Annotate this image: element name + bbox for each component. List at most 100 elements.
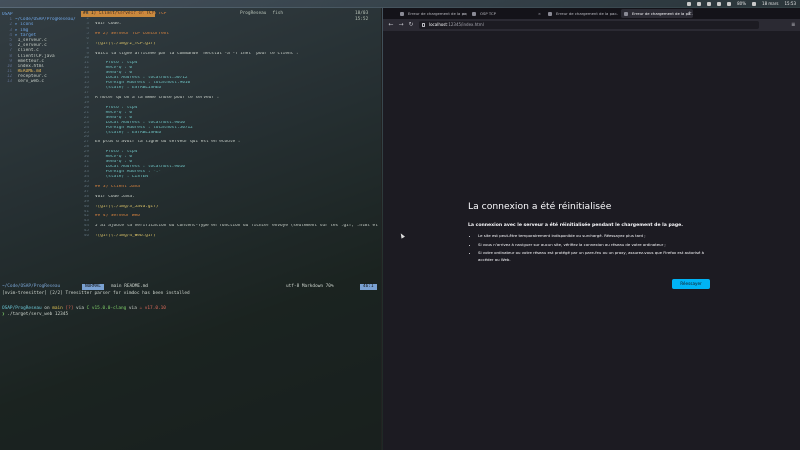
line-text: Voir Code.	[95, 21, 122, 26]
line-text: Send-Q : 0	[95, 71, 133, 76]
tab-label: Erreur de chargement de la pa...	[556, 11, 618, 16]
editor-statusline: ~/Code/OSAP/ProgReseau NORMAL main READM…	[2, 284, 380, 290]
line-text: Foreign Address : localhost.50712	[95, 125, 193, 130]
navigation-toolbar: ← → ↻ localhost:12345/index.html ≡	[383, 19, 800, 31]
forward-arrow-icon[interactable]: →	[397, 20, 405, 30]
reload-icon[interactable]: ↻	[407, 20, 415, 30]
line-text: Local Address : localhost.9010	[95, 120, 185, 125]
warning-icon	[548, 11, 552, 16]
line-text: ## 1) Client/Serveur en TCP	[95, 12, 167, 16]
battery-percent: 80%	[737, 1, 747, 6]
line-text: À noter qu'on a la même chose pour le se…	[95, 95, 220, 100]
line-text: Local Address : localhost.50712	[95, 76, 188, 81]
line-text: Recv-Q : 0	[95, 155, 133, 160]
close-tab-icon[interactable]: ×	[614, 9, 617, 18]
url-host: localhost	[429, 22, 447, 27]
line-text: Foreign Address : localhost.9010	[95, 81, 191, 86]
line-text: J'ai ajouté la vérification du Content-T…	[95, 224, 380, 229]
line-text: En plus d'avoir la ligne du serveur qui …	[95, 140, 241, 145]
cursor-position: 46:1	[360, 284, 377, 290]
line-text: Recv-Q : 0	[95, 110, 133, 115]
warning-icon	[400, 11, 404, 16]
retry-button[interactable]: Réessayer	[672, 279, 710, 289]
tab-label: Erreur de chargement de la pa...	[632, 11, 693, 16]
address-bar[interactable]: localhost:12345/index.html	[419, 21, 759, 29]
line-text: ![gif](./img/2_TCP.gif)	[95, 41, 156, 46]
menubar-status: 80% 18 mars 15:53	[687, 0, 796, 7]
menubar-date[interactable]: 18 mars	[762, 1, 778, 6]
line-text: ## 2) Serveur TCP Concurrent	[95, 31, 170, 36]
browser-tab[interactable]: Erreur de chargement de la pa... ×	[545, 9, 619, 18]
shell-line: ❯ ./target/serv_web 12345	[2, 312, 380, 318]
tab-strip: Erreur de chargement de la page × OSP TCP ×…	[383, 8, 800, 19]
close-tab-icon[interactable]: ×	[538, 9, 541, 18]
back-arrow-icon[interactable]: ←	[387, 20, 395, 30]
shell-segment: ☕ v17.0.10	[139, 306, 166, 311]
lock-icon[interactable]	[422, 23, 425, 27]
wifi-icon[interactable]	[717, 1, 722, 6]
tab-label: Erreur de chargement de la page	[408, 11, 467, 16]
error-suggestions: Le site est peut-être temporairement ind…	[468, 233, 710, 263]
vim-mode-badge: NORMAL	[82, 284, 104, 290]
message-line: [nvim-treesitter] [2/2] Treesitter parse…	[2, 291, 190, 296]
error-lead: La connexion avec le serveur a été réini…	[468, 223, 683, 228]
macos-menubar: 80% 18 mars 15:53	[0, 0, 800, 7]
battery-icon[interactable]	[727, 1, 732, 6]
line-text: Proto : tcp4	[95, 61, 138, 66]
line-text: Proto : tcp4	[95, 150, 138, 155]
url-path: :12345/index.html	[446, 22, 484, 27]
line-text: Voir Code Java.	[95, 194, 135, 199]
tab-label: OSP TCP	[480, 11, 496, 16]
file-tree[interactable]: OSAP 1 ~/Code/OSAP/ProgReseau/2 ▸ icons 3 ▸ i…	[2, 12, 78, 85]
control-center-icon[interactable]	[752, 1, 757, 6]
line-text: Proto : tcp4	[95, 105, 138, 110]
line-text: ![gif](./img/3_Java.gif)	[95, 204, 159, 209]
shell-segment: ./target/serv_web 12345	[7, 312, 69, 317]
browser-tab[interactable]: OSP TCP ×	[469, 9, 543, 18]
line-text: Local Address : localhost.9010	[95, 165, 185, 170]
new-tab-icon[interactable]: +	[688, 9, 692, 18]
line-number: 46	[83, 234, 89, 239]
line-text: (state) : ESTABLISHED	[95, 86, 162, 91]
close-tab-icon[interactable]: ×	[462, 9, 465, 18]
warning-icon	[624, 11, 628, 16]
line-text: Voici la ligne affichée par la commande …	[95, 51, 299, 56]
tree-item[interactable]: 13 serv_web.c	[2, 79, 78, 84]
error-page: La connexion a été réinitialisée La conn…	[468, 201, 710, 289]
statusline-path: ~/Code/OSAP/ProgReseau	[2, 284, 61, 289]
error-title: La connexion a été réinitialisée	[468, 201, 612, 212]
firefox-window[interactable]: Erreur de chargement de la page × OSP TCP ×…	[383, 8, 800, 450]
app-icon[interactable]	[697, 1, 702, 6]
git-branch: main README.md	[111, 284, 149, 289]
warning-icon	[472, 11, 476, 16]
error-suggestion: Le site est peut-être temporairement ind…	[478, 233, 710, 239]
line-text: Send-Q : 0	[95, 160, 133, 165]
line-number: 13	[6, 79, 12, 85]
tree-item-label: serv_web.c	[15, 79, 45, 85]
line-text: Send-Q : 0	[95, 115, 133, 120]
statusline-info: utf-8 Markdown 70%	[286, 284, 334, 289]
browser-tab[interactable]: Erreur de chargement de la pa... ×	[621, 9, 693, 18]
shell-segment: main	[52, 306, 66, 311]
shell-segment: on	[41, 306, 53, 311]
line-text: Foreign Address : *.*	[95, 170, 162, 174]
browser-tab[interactable]: Erreur de chargement de la page ×	[397, 9, 467, 18]
editor-line[interactable]: 46 ![gif](./img/4_Web.gif)	[80, 234, 380, 239]
app-icon[interactable]	[707, 1, 712, 6]
line-text: ## 4) Serveur Web	[95, 214, 140, 219]
shell-prompt[interactable]: OSAP/ProgReseau on main [?] via C v15.0.…	[2, 306, 380, 318]
app-icon[interactable]	[687, 1, 692, 6]
menubar-time[interactable]: 15:53	[784, 1, 796, 6]
shell-segment: OSAP/ProgReseau	[2, 306, 42, 311]
editor-pane[interactable]: 1 ## 1) Client/Serveur en TCP 2 3 Voir Code.…	[80, 12, 380, 284]
editor-line[interactable]: 44 J'ai ajouté la vérification du Content…	[80, 224, 380, 229]
terminal-window[interactable]: OSAP 1 ~/Code/OSAP/ProgReseau/2 ▸ icons 3 ▸ i…	[0, 8, 382, 450]
line-text: (state) : ESTABLISHED	[95, 130, 162, 135]
shell-segment: via	[73, 306, 87, 311]
hamburger-menu-icon[interactable]: ≡	[791, 20, 795, 30]
shell-segment: via	[126, 306, 140, 311]
line-text: Recv-Q : 0	[95, 66, 133, 71]
line-text: ## 3) Client Java	[95, 184, 140, 189]
error-suggestion: Si vous n’arrivez à naviguer sur aucun s…	[478, 242, 710, 248]
line-text: (state) : LISTEN	[95, 174, 148, 179]
